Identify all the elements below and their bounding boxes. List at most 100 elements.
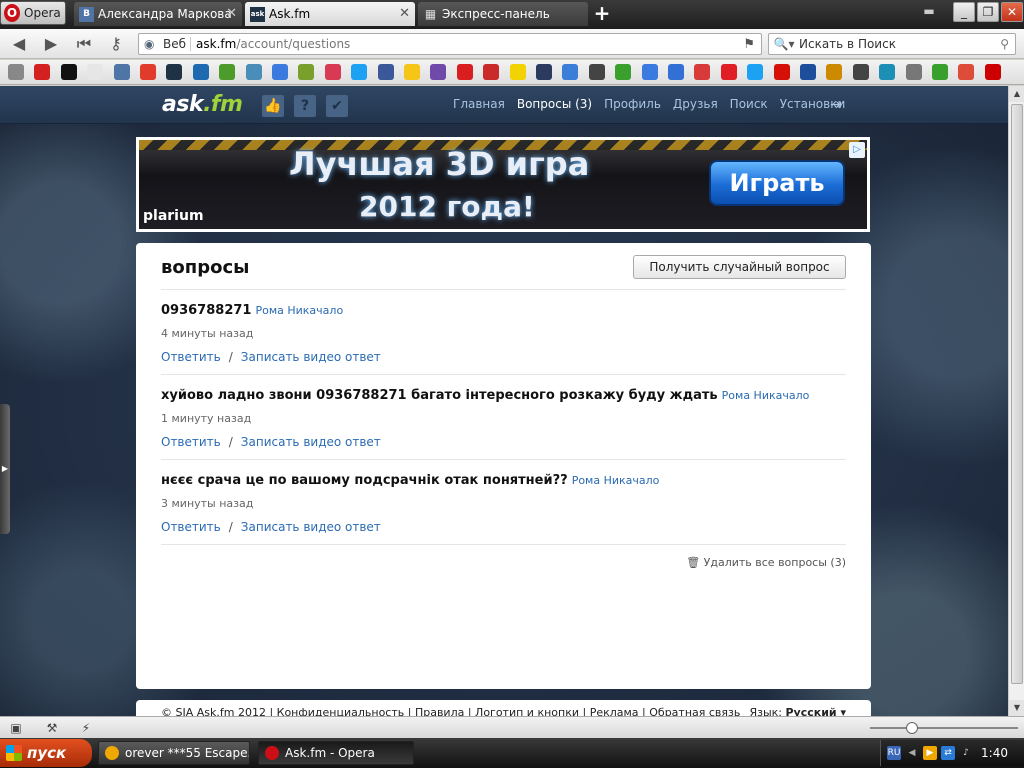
zoom-slider-knob[interactable] — [906, 722, 918, 734]
bookmark-icon-35[interactable] — [932, 64, 948, 80]
bookmark-icon-19[interactable] — [509, 64, 526, 80]
tab-aleksandra[interactable]: В Александра Маркова ✕ — [74, 2, 242, 26]
bookmark-icon-14[interactable] — [377, 64, 394, 80]
bookmark-icon-13[interactable] — [351, 64, 368, 80]
stamp-icon[interactable]: ⚒ — [44, 720, 60, 736]
language-indicator[interactable]: RU — [887, 746, 901, 760]
bookmark-icon-11[interactable] — [298, 64, 315, 80]
zoom-slider[interactable] — [870, 722, 1018, 734]
volume-icon[interactable]: ♪ — [959, 746, 973, 760]
bookmark-icon-23[interactable] — [615, 64, 632, 80]
bookmark-icon-17[interactable] — [456, 64, 473, 80]
bookmark-icon-15[interactable] — [404, 64, 420, 80]
footer-links[interactable]: © SIA Ask.fm 2012 | Конфиденциальность |… — [161, 706, 740, 716]
nav-item-0[interactable]: Главная — [453, 97, 505, 111]
bookmark-icon-22[interactable] — [588, 64, 605, 80]
nav-item-4[interactable]: Поиск — [730, 97, 768, 111]
bookmark-icon-3[interactable] — [87, 64, 104, 80]
question-author-link[interactable]: Рома Никачало — [572, 474, 660, 487]
forward-arrow-icon[interactable]: ▶ — [40, 33, 62, 55]
bookmark-icon-37[interactable] — [984, 64, 1001, 80]
banner-play-button[interactable]: Играть — [709, 160, 845, 206]
new-tab-icon[interactable]: + — [592, 3, 612, 23]
bookmark-icon-10[interactable] — [272, 64, 288, 80]
delete-all-questions-link[interactable]: 🗑 Удалить все вопросы (3) — [686, 556, 846, 569]
network-icon[interactable]: ⇄ — [941, 746, 955, 760]
search-engine-icon[interactable]: 🔍▾ — [769, 37, 799, 51]
reply-link[interactable]: Ответить — [161, 520, 221, 534]
bookmark-icon-2[interactable] — [60, 64, 77, 80]
reply-link[interactable]: Ответить — [161, 350, 221, 364]
bookmark-icon-31[interactable] — [826, 64, 843, 80]
language-selector[interactable]: Язык: Русский ▾ — [749, 706, 846, 716]
scroll-thumb[interactable] — [1011, 104, 1023, 684]
nav-item-1[interactable]: Вопросы (3) — [517, 97, 592, 111]
scroll-down-icon[interactable]: ▼ — [1009, 700, 1024, 716]
bookmark-icon-12[interactable] — [324, 64, 341, 80]
bookmark-icon-29[interactable] — [773, 64, 790, 80]
thumbs-up-icon[interactable]: 👍 — [262, 95, 284, 117]
nav-item-2[interactable]: Профиль — [604, 97, 661, 111]
tab-close-icon[interactable]: ✕ — [399, 6, 410, 21]
bookmark-icon[interactable]: ⚑ — [743, 37, 755, 52]
page-scrollbar[interactable]: ▲ ▼ — [1008, 86, 1024, 716]
search-field[interactable]: 🔍▾ Искать в Поиск ⚲ — [768, 33, 1016, 55]
taskbar-item-opera[interactable]: Ask.fm - Opera — [258, 741, 414, 765]
bookmark-icon-30[interactable] — [800, 64, 816, 80]
video-answer-link[interactable]: Записать видео ответ — [241, 435, 381, 449]
question-author-link[interactable]: Рома Никачало — [255, 304, 343, 317]
bookmark-icon-0[interactable] — [8, 64, 24, 80]
key-icon[interactable]: ⚷ — [105, 33, 127, 55]
bookmark-icon-5[interactable] — [140, 64, 156, 80]
tray-arrow-icon[interactable]: ◀ — [905, 746, 919, 760]
tab-speed-dial[interactable]: ▦ Экспресс-панель — [418, 2, 588, 26]
question-icon[interactable]: ? — [294, 95, 316, 117]
bookmark-icon-18[interactable] — [483, 64, 500, 80]
tab-list-icon[interactable]: ▬ — [918, 2, 940, 22]
turbo-icon[interactable]: ⚡ — [78, 720, 94, 736]
restore-icon[interactable]: ❐ — [977, 2, 999, 22]
tab-askfm[interactable]: ask Ask.fm ✕ — [245, 2, 415, 26]
bookmark-icon-8[interactable] — [219, 64, 236, 80]
video-answer-link[interactable]: Записать видео ответ — [241, 350, 381, 364]
opera-menu-button[interactable]: O Opera — [0, 1, 66, 25]
adchoices-icon[interactable]: ▷ — [849, 142, 865, 158]
search-icon[interactable]: ⚲ — [1000, 37, 1009, 51]
bookmark-icon-9[interactable] — [245, 64, 262, 80]
bookmark-icon-26[interactable] — [694, 64, 711, 80]
logout-icon[interactable]: ⇥ — [830, 97, 842, 113]
ad-banner[interactable]: Лучшая 3D игра 2012 года! plarium Играть… — [136, 137, 870, 232]
bookmark-icon-7[interactable] — [192, 64, 209, 80]
bookmark-icon-4[interactable] — [113, 64, 130, 80]
bookmark-icon-21[interactable] — [562, 64, 579, 80]
check-icon[interactable]: ✔ — [326, 95, 348, 117]
address-bar[interactable]: ◉ Веб ask.fm/account/questions ⚑ — [138, 33, 762, 55]
bookmark-icon-32[interactable] — [852, 64, 869, 80]
bookmark-icon-33[interactable] — [879, 64, 896, 80]
bookmark-icon-25[interactable] — [668, 64, 684, 80]
bookmark-icon-24[interactable] — [641, 64, 658, 80]
window-close-icon[interactable]: ✕ — [1001, 2, 1023, 22]
start-button[interactable]: пуск — [0, 739, 92, 767]
bookmark-icon-16[interactable] — [430, 64, 447, 80]
bookmark-icon-28[interactable] — [747, 64, 764, 80]
minimize-icon[interactable]: _ — [953, 2, 975, 22]
panel-toggle-icon[interactable]: ▣ — [8, 720, 24, 736]
tab-close-icon[interactable]: ✕ — [226, 6, 237, 21]
bookmark-icon-6[interactable] — [166, 64, 183, 80]
nav-item-3[interactable]: Друзья — [673, 97, 718, 111]
sidebar-toggle-handle[interactable]: ▶ — [0, 404, 10, 534]
rewind-icon[interactable]: ⏮ — [73, 33, 95, 55]
bookmark-icon-20[interactable] — [536, 64, 552, 80]
random-question-button[interactable]: Получить случайный вопрос — [633, 255, 846, 279]
scroll-up-icon[interactable]: ▲ — [1009, 86, 1024, 102]
bookmark-icon-27[interactable] — [720, 64, 737, 80]
back-arrow-icon[interactable]: ◀ — [8, 33, 30, 55]
taskbar-item-escape[interactable]: orever ***55 Escape... — [98, 741, 250, 765]
bookmark-icon-36[interactable] — [958, 64, 975, 80]
reply-link[interactable]: Ответить — [161, 435, 221, 449]
video-answer-link[interactable]: Записать видео ответ — [241, 520, 381, 534]
bookmark-icon-34[interactable] — [905, 64, 922, 80]
bookmark-icon-1[interactable] — [34, 64, 51, 80]
askfm-logo[interactable]: ask.fm — [162, 92, 243, 117]
